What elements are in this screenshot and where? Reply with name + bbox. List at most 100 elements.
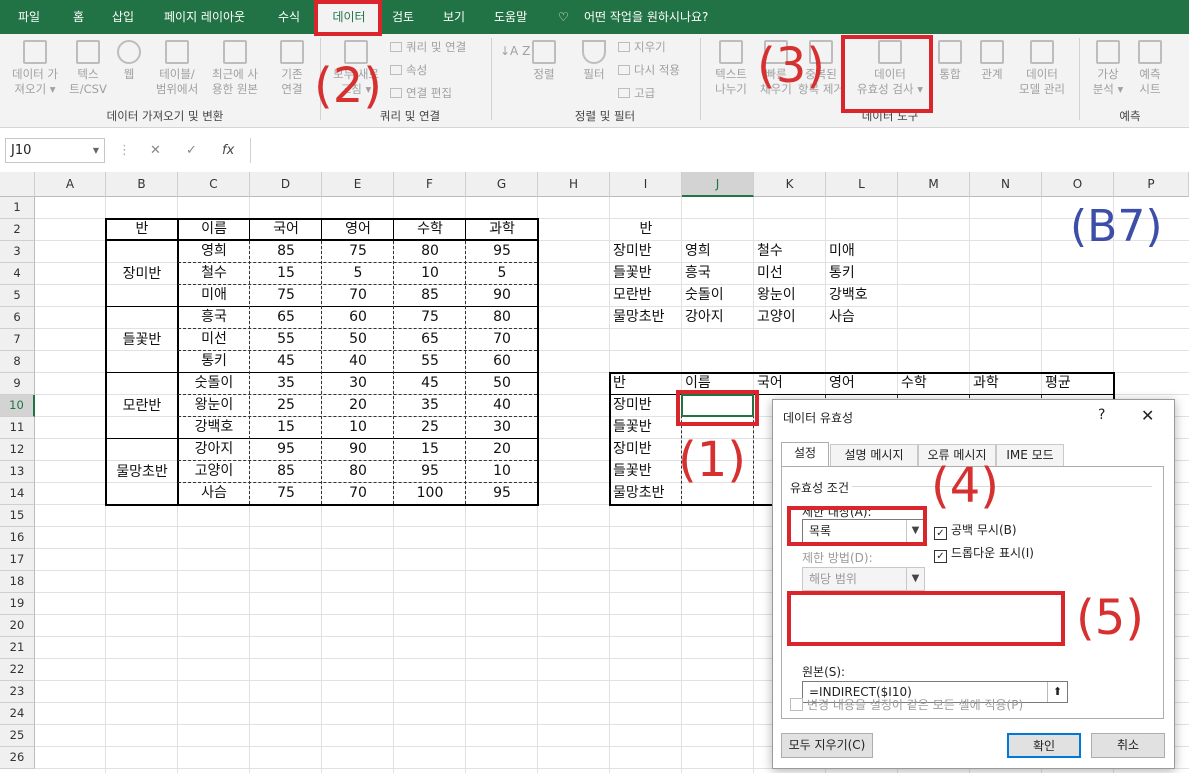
score-cell[interactable]: 장미반 <box>613 395 685 417</box>
table-cell[interactable]: 85 <box>250 241 322 263</box>
data-operator-select[interactable]: 해당 범위 ▼ <box>802 567 925 591</box>
table-cell[interactable]: 10 <box>466 461 538 483</box>
row-header[interactable]: 6 <box>0 307 35 329</box>
table-cell[interactable]: 70 <box>466 329 538 351</box>
row-header[interactable]: 25 <box>0 725 35 747</box>
text-to-columns-button[interactable]: 텍스트 나누기 <box>706 40 756 97</box>
row-header[interactable]: 21 <box>0 637 35 659</box>
column-header[interactable]: L <box>826 172 898 197</box>
name-box[interactable]: J10 ▼ <box>5 138 105 163</box>
table-cell[interactable]: 85 <box>250 461 322 483</box>
apply-all-checkbox[interactable]: 변경 내용을 설정이 같은 모든 셀에 적용(P) <box>790 696 1023 713</box>
group-cell[interactable]: 들꽃반 <box>106 307 178 373</box>
formula-input[interactable] <box>250 138 1189 163</box>
table-cell[interactable]: 15 <box>250 417 322 439</box>
existing-connections-button[interactable]: 기존 연결 <box>274 40 310 97</box>
column-header[interactable]: H <box>538 172 610 197</box>
column-header[interactable]: K <box>754 172 826 197</box>
table-cell[interactable]: 65 <box>250 307 322 329</box>
table-cell[interactable]: 90 <box>322 439 394 461</box>
data-model-button[interactable]: 데이터 모델 관리 <box>1014 40 1070 97</box>
reapply-button[interactable]: 다시 적용 <box>618 62 680 78</box>
column-header[interactable]: I <box>610 172 682 197</box>
table-cell[interactable]: 10 <box>394 263 466 285</box>
cancel-icon[interactable]: ✕ <box>150 143 161 158</box>
table-cell[interactable]: 20 <box>322 395 394 417</box>
row-header[interactable]: 11 <box>0 417 35 439</box>
lookup-cell[interactable]: 들꽃반 <box>613 263 685 285</box>
table-cell[interactable]: 80 <box>394 241 466 263</box>
column-header[interactable]: D <box>250 172 322 197</box>
row-header[interactable]: 22 <box>0 659 35 681</box>
row-header[interactable]: 3 <box>0 241 35 263</box>
table-cell[interactable]: 55 <box>394 351 466 373</box>
filter-button[interactable]: 필터 <box>576 40 612 82</box>
table-header[interactable]: 반 <box>106 219 178 241</box>
table-cell[interactable]: 80 <box>322 461 394 483</box>
tab-review[interactable]: 검토 <box>392 0 414 34</box>
lookup-cell[interactable]: 강백호 <box>829 285 901 307</box>
clear-filter-button[interactable]: 지우기 <box>618 39 666 55</box>
row-header[interactable]: 7 <box>0 329 35 351</box>
tab-formulas[interactable]: 수식 <box>278 0 300 34</box>
collapse-dialog-icon[interactable]: ⬆ <box>1047 682 1067 702</box>
score-cell[interactable]: 들꽃반 <box>613 461 685 483</box>
function-icon[interactable]: fx <box>222 143 234 158</box>
lookup-cell[interactable]: 영희 <box>685 241 757 263</box>
row-header[interactable]: 16 <box>0 527 35 549</box>
table-cell[interactable]: 30 <box>322 373 394 395</box>
row-header[interactable]: 5 <box>0 285 35 307</box>
chevron-down-icon[interactable]: ▼ <box>906 568 924 590</box>
lookup-cell[interactable]: 숫돌이 <box>685 285 757 307</box>
table-cell[interactable]: 100 <box>394 483 466 505</box>
queries-connections-button[interactable]: 쿼리 및 연결 <box>390 39 466 55</box>
row-header[interactable]: 14 <box>0 483 35 505</box>
dropdown-checkbox[interactable]: ✓ 드롭다운 표시(I) <box>934 544 1034 563</box>
group-cell[interactable]: 물망초반 <box>106 439 178 505</box>
table-cell[interactable]: 75 <box>322 241 394 263</box>
tab-view[interactable]: 보기 <box>443 0 465 34</box>
table-cell[interactable]: 55 <box>250 329 322 351</box>
column-header[interactable]: G <box>466 172 538 197</box>
lookup-cell[interactable]: 물망초반 <box>613 307 685 329</box>
tab-home[interactable]: 홈 <box>73 0 84 34</box>
consolidate-button[interactable]: 통합 <box>934 40 966 82</box>
row-header[interactable]: 1 <box>0 197 35 219</box>
relationships-button[interactable]: 관계 <box>976 40 1008 82</box>
dialog-tab-ime-mode[interactable]: IME 모드 <box>996 444 1064 466</box>
lookup-cell[interactable]: 고양이 <box>757 307 829 329</box>
recent-sources-button[interactable]: 최근에 사 용한 원본 <box>206 40 264 97</box>
table-cell[interactable]: 미애 <box>178 285 250 307</box>
row-header[interactable]: 26 <box>0 747 35 769</box>
row-header[interactable]: 20 <box>0 615 35 637</box>
score-cell[interactable]: 물망초반 <box>613 483 685 505</box>
table-cell[interactable]: 95 <box>250 439 322 461</box>
table-cell[interactable]: 95 <box>394 461 466 483</box>
table-cell[interactable]: 60 <box>466 351 538 373</box>
score-header[interactable]: 평균 <box>1045 373 1117 395</box>
score-header[interactable]: 과학 <box>973 373 1045 395</box>
row-header[interactable]: 12 <box>0 439 35 461</box>
chevron-down-icon[interactable]: ▼ <box>93 139 99 162</box>
row-header[interactable]: 4 <box>0 263 35 285</box>
table-header[interactable]: 과학 <box>466 219 538 241</box>
table-cell[interactable]: 철수 <box>178 263 250 285</box>
edit-links-button[interactable]: 연결 편집 <box>390 85 452 101</box>
from-table-button[interactable]: 테이블/ 범위에서 <box>150 40 204 97</box>
table-cell[interactable]: 85 <box>394 285 466 307</box>
table-cell[interactable]: 75 <box>250 483 322 505</box>
table-cell[interactable]: 5 <box>322 263 394 285</box>
table-cell[interactable]: 45 <box>394 373 466 395</box>
table-cell[interactable]: 40 <box>322 351 394 373</box>
score-header[interactable]: 반 <box>613 373 685 395</box>
lookup-cell[interactable]: 사슴 <box>829 307 901 329</box>
row-header[interactable]: 8 <box>0 351 35 373</box>
table-cell[interactable]: 35 <box>394 395 466 417</box>
table-cell[interactable]: 왕눈이 <box>178 395 250 417</box>
lookup-cell[interactable]: 모란반 <box>613 285 685 307</box>
group-cell[interactable]: 장미반 <box>106 241 178 307</box>
dialog-tab-input-message[interactable]: 설명 메시지 <box>830 444 918 466</box>
tell-me-search[interactable]: 어떤 작업을 원하시나요? <box>584 0 708 34</box>
tab-file[interactable]: 파일 <box>18 0 40 34</box>
table-cell[interactable]: 15 <box>394 439 466 461</box>
